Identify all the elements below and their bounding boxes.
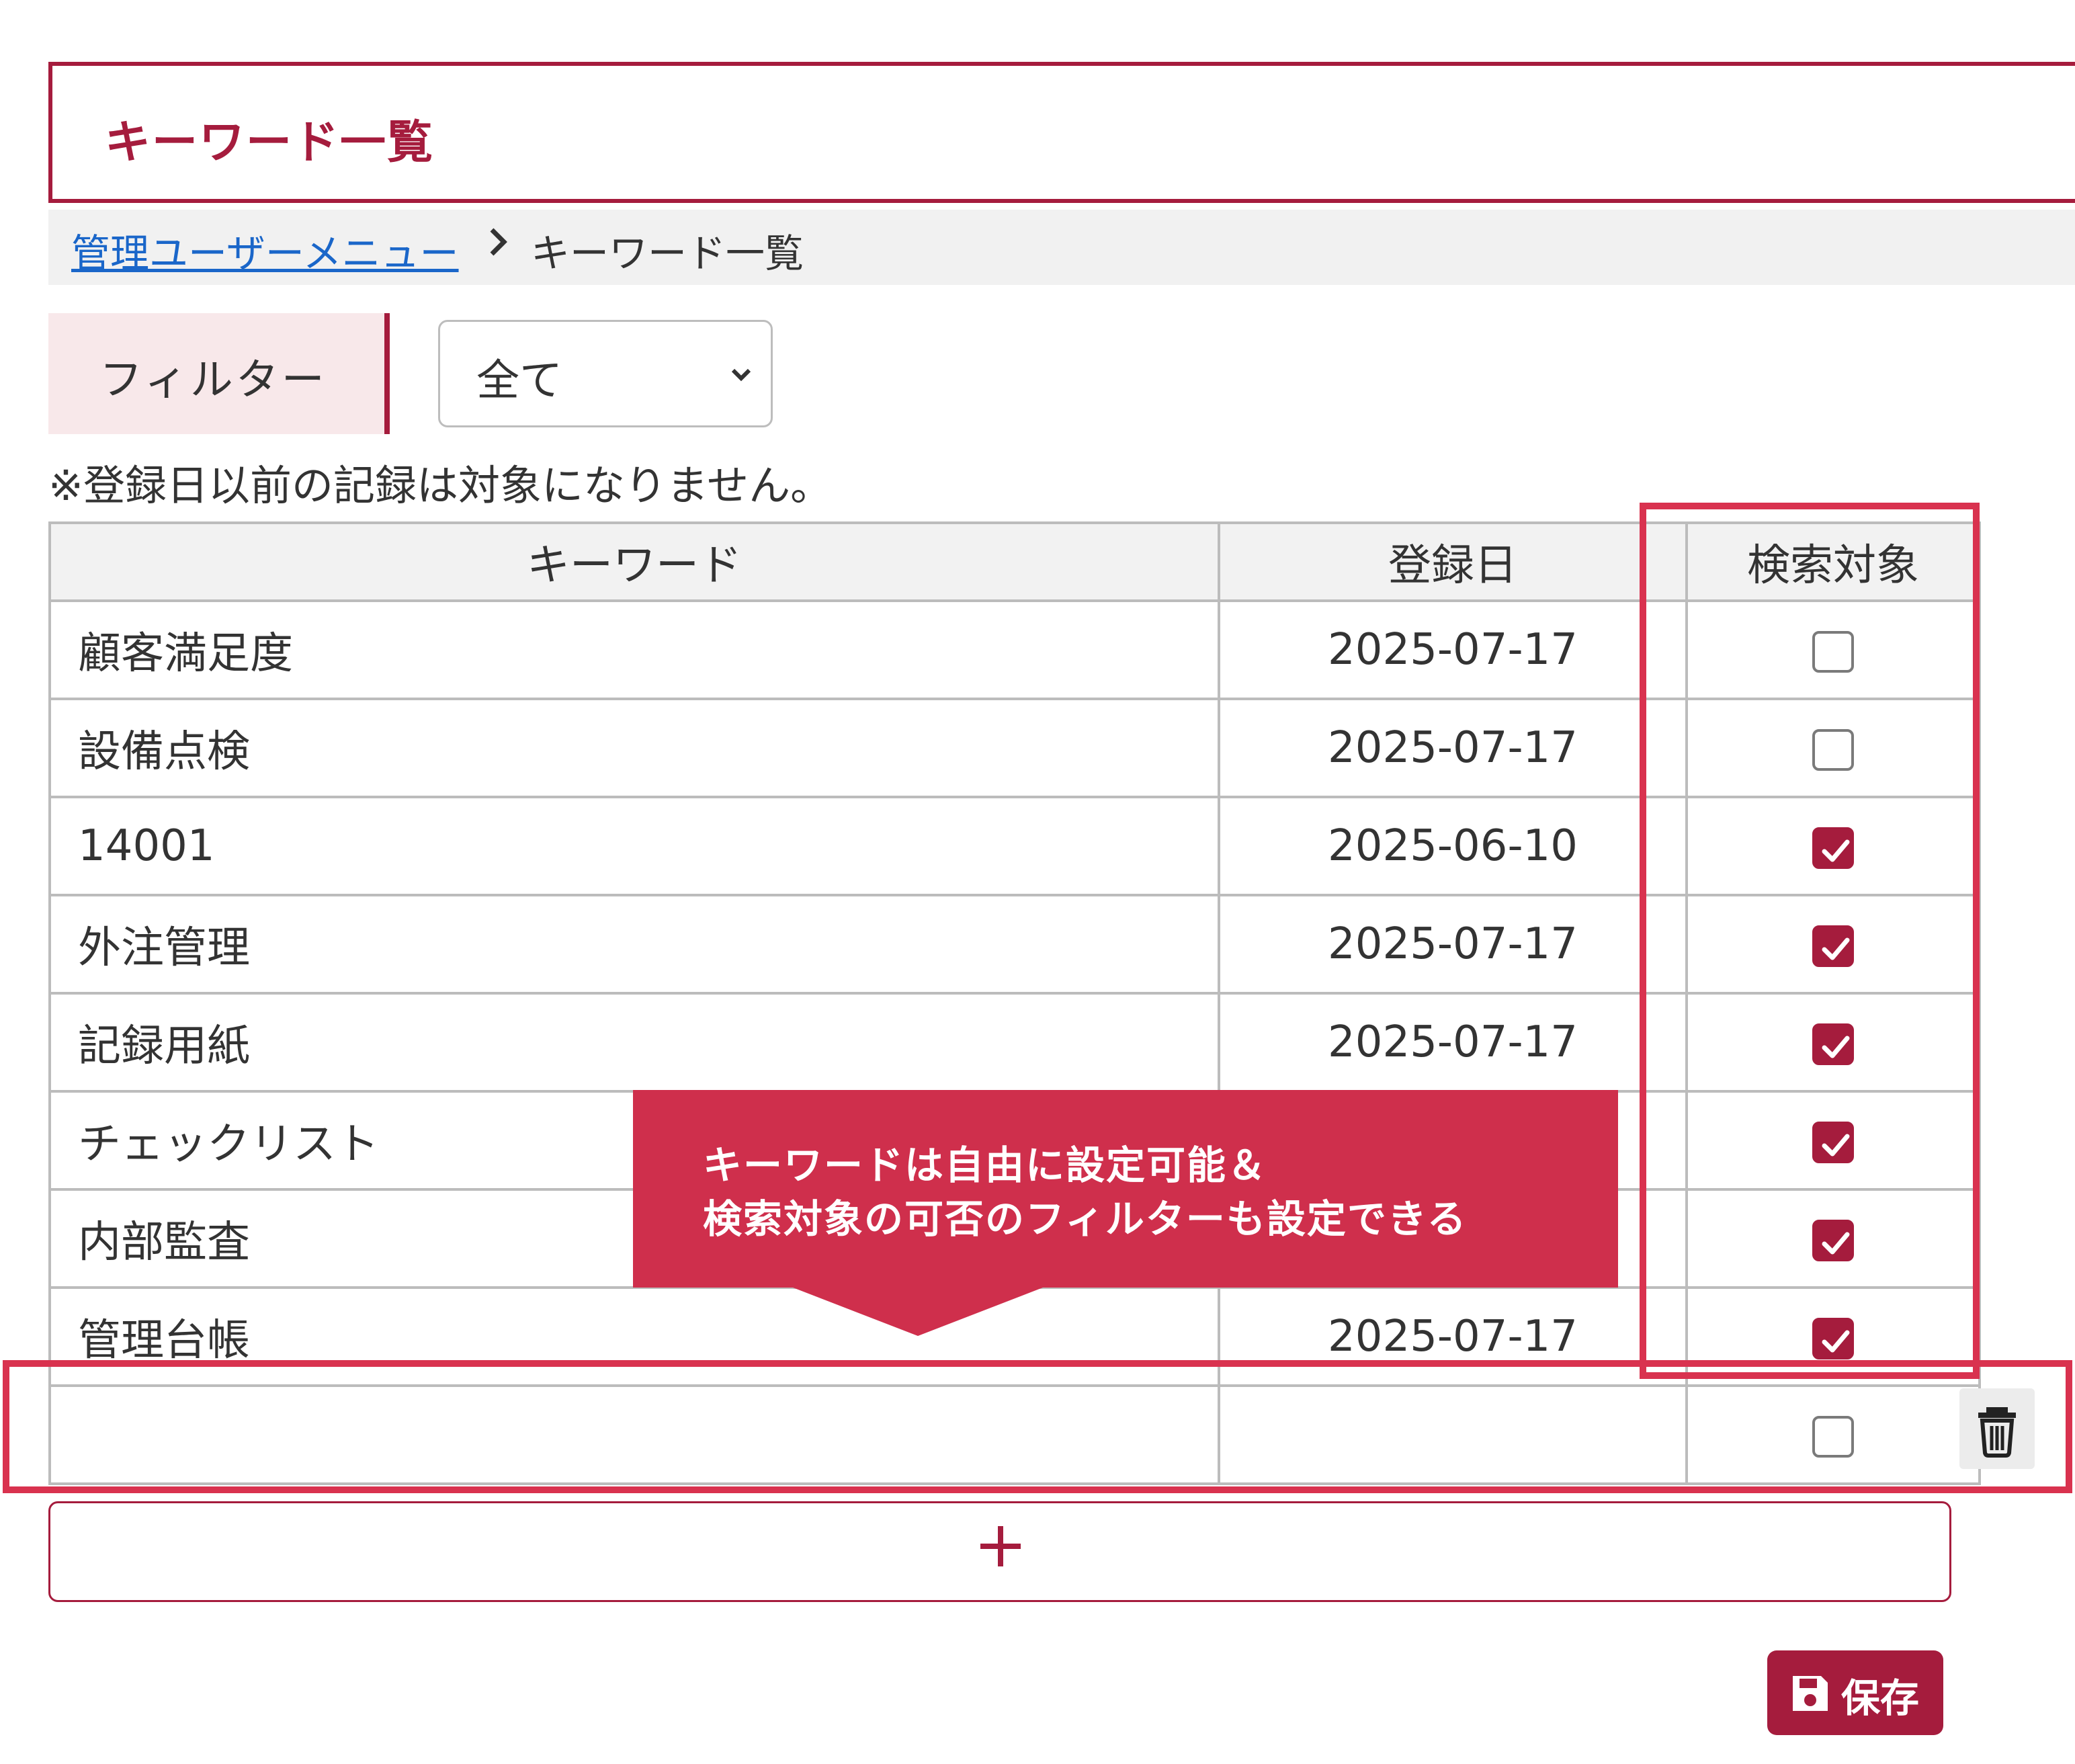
searchable-cell bbox=[1685, 796, 1981, 896]
date-cell: 2025-07-17 bbox=[1218, 599, 1688, 700]
page-title: キーワード一覧 bbox=[105, 116, 435, 169]
plus-icon bbox=[980, 1526, 1021, 1566]
keyword-cell[interactable]: 記録用紙 bbox=[48, 992, 1220, 1093]
add-keyword-button[interactable] bbox=[48, 1501, 1951, 1602]
table-row: 顧客満足度 2025-07-17 bbox=[48, 599, 1981, 700]
searchable-checkbox[interactable] bbox=[1812, 925, 1854, 968]
page-header: キーワード一覧 bbox=[48, 62, 2075, 203]
date-cell: 2025-07-17 bbox=[1218, 698, 1688, 798]
searchable-checkbox[interactable] bbox=[1812, 1122, 1854, 1164]
keyword-cell[interactable]: 外注管理 bbox=[48, 894, 1220, 995]
table-row: 記録用紙 2025-07-17 bbox=[48, 992, 1981, 1093]
date-cell: 2025-07-17 bbox=[1218, 1286, 1688, 1387]
keyword-table: キーワード 登録日 検索対象 顧客満足度 2025-07-17 設備点検 2025-0… bbox=[48, 521, 1981, 1485]
keyword-cell[interactable]: 管理台帳 bbox=[48, 1286, 1220, 1387]
note-text: ※登録日以前の記録は対象になりません。 bbox=[48, 461, 833, 510]
table-header-row: キーワード 登録日 検索対象 bbox=[48, 521, 1981, 602]
trash-icon bbox=[1978, 1407, 2016, 1458]
searchable-checkbox[interactable] bbox=[1812, 631, 1854, 673]
searchable-checkbox[interactable] bbox=[1812, 1220, 1854, 1262]
column-header-searchable: 検索対象 bbox=[1685, 521, 1981, 602]
callout-text: キーワードは自由に設定可能＆ 検索対象の可否のフィルターも設定できる bbox=[703, 1138, 1468, 1246]
filter-select-value: 全て bbox=[476, 356, 562, 406]
keyword-cell[interactable]: 14001 bbox=[48, 796, 1220, 896]
column-header-date: 登録日 bbox=[1218, 521, 1688, 602]
filter-label: フィルター bbox=[99, 355, 327, 405]
annotation-callout: キーワードは自由に設定可能＆ 検索対象の可否のフィルターも設定できる bbox=[633, 1090, 1618, 1288]
filter-select[interactable]: 全て bbox=[438, 320, 773, 427]
column-header-keyword: キーワード bbox=[48, 521, 1220, 602]
table-row: 設備点検 2025-07-17 bbox=[48, 698, 1981, 798]
chevron-down-icon bbox=[729, 365, 753, 385]
filter-label-box: フィルター bbox=[48, 313, 390, 434]
keyword-cell[interactable]: 顧客満足度 bbox=[48, 599, 1220, 700]
date-cell: 2025-07-17 bbox=[1218, 992, 1688, 1093]
searchable-cell bbox=[1685, 1090, 1981, 1191]
breadcrumb-separator-icon bbox=[485, 220, 512, 270]
date-cell bbox=[1218, 1384, 1688, 1485]
searchable-cell bbox=[1685, 992, 1981, 1093]
keyword-cell[interactable]: 設備点検 bbox=[48, 698, 1220, 798]
searchable-cell bbox=[1685, 894, 1981, 995]
searchable-checkbox[interactable] bbox=[1812, 1416, 1854, 1458]
table-row bbox=[48, 1384, 1981, 1485]
searchable-cell bbox=[1685, 1384, 1981, 1485]
table-row: 外注管理 2025-07-17 bbox=[48, 894, 1981, 995]
searchable-cell bbox=[1685, 1188, 1981, 1289]
searchable-checkbox[interactable] bbox=[1812, 827, 1854, 870]
keyword-cell[interactable] bbox=[48, 1384, 1220, 1485]
searchable-checkbox[interactable] bbox=[1812, 1318, 1854, 1360]
searchable-cell bbox=[1685, 599, 1981, 700]
callout-line-1: キーワードは自由に設定可能＆ bbox=[703, 1142, 1268, 1188]
searchable-cell bbox=[1685, 1286, 1981, 1387]
table-row: 14001 2025-06-10 bbox=[48, 796, 1981, 896]
date-cell: 2025-07-17 bbox=[1218, 894, 1688, 995]
callout-pointer bbox=[793, 1288, 1043, 1336]
callout-line-2: 検索対象の可否のフィルターも設定できる bbox=[703, 1196, 1468, 1242]
searchable-checkbox[interactable] bbox=[1812, 729, 1854, 771]
breadcrumb: 管理ユーザーメニュー キーワード一覧 bbox=[48, 210, 2075, 285]
floppy-disk-icon bbox=[1793, 1676, 1828, 1711]
searchable-checkbox[interactable] bbox=[1812, 1023, 1854, 1066]
save-button[interactable]: 保存 bbox=[1767, 1650, 1943, 1735]
save-button-label: 保存 bbox=[1841, 1675, 1920, 1721]
breadcrumb-link-admin-menu[interactable]: 管理ユーザーメニュー bbox=[71, 222, 459, 278]
date-cell: 2025-06-10 bbox=[1218, 796, 1688, 896]
breadcrumb-current: キーワード一覧 bbox=[531, 230, 804, 276]
delete-row-button[interactable] bbox=[1959, 1388, 2035, 1469]
searchable-cell bbox=[1685, 698, 1981, 798]
